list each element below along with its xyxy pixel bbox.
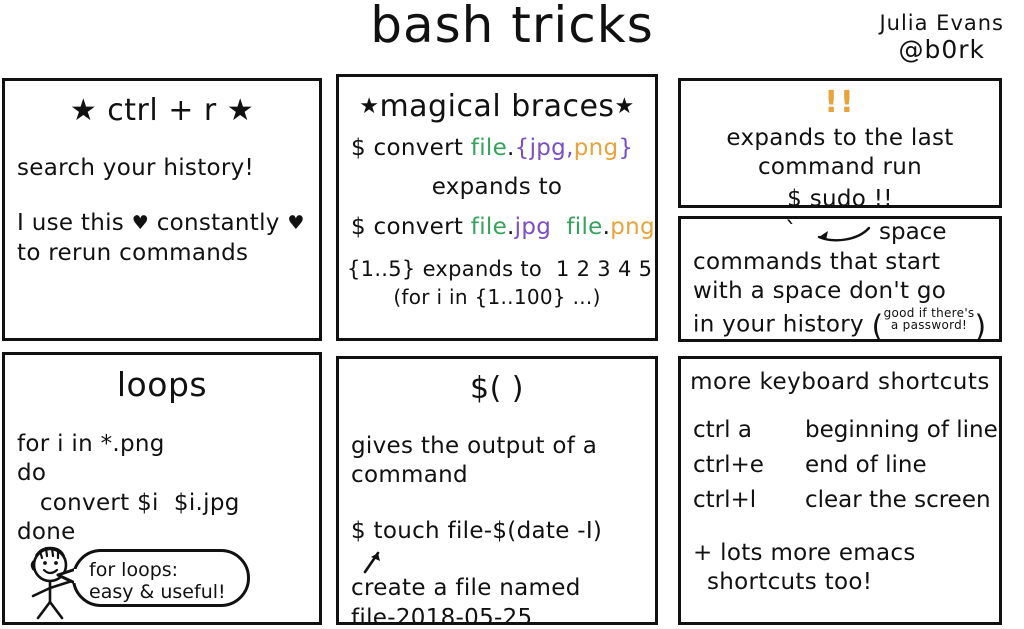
space-note-line-2: a password! xyxy=(890,318,968,333)
space-line-2: with a space don't go xyxy=(693,278,947,305)
keyboard-footer-line-2: shortcuts too! xyxy=(707,569,873,596)
shortcut-key: ctrl+l xyxy=(693,487,757,513)
author-handle: @b0rk xyxy=(898,34,985,64)
subshell-result-line-2: file-2018-05-25 xyxy=(351,604,533,625)
bang-bang-example: $ sudo !! xyxy=(787,185,893,208)
curved-arrow-icon xyxy=(817,226,871,242)
bang-bang-line-2: command run xyxy=(757,154,923,181)
bang-bang-heading: !! xyxy=(824,85,856,120)
heart-icon: ♥ xyxy=(131,212,150,235)
ctrl-r-line-2-a: I use this xyxy=(17,210,125,237)
subshell-line-1: gives the output of a xyxy=(351,433,598,459)
ctrl-r-line-2: I use this ♥ constantly ♥ xyxy=(17,209,319,238)
star-icon: ★ xyxy=(614,94,635,119)
loops-code-line-1: for i in *.png xyxy=(17,431,165,457)
ext-jpg: jpg xyxy=(529,135,567,161)
braces-heading: ★magical braces★ xyxy=(339,89,655,124)
author-name: Julia Evans xyxy=(879,11,1004,35)
braces-heading-text: magical braces xyxy=(379,89,615,124)
space-line-3-row: in your history (good if there's a passwo… xyxy=(693,307,999,342)
brace-open: { xyxy=(514,135,530,161)
braces-command-1: $ convert file.{jpg,png} xyxy=(351,134,655,163)
shortcut-key: ctrl+e xyxy=(693,452,764,478)
star-icon: ★ xyxy=(359,94,380,119)
keyboard-footer-line-1: + lots more emacs xyxy=(693,540,916,566)
braces-command-2: $ convert file.jpg file.png xyxy=(351,213,655,242)
panel-bang-bang: !! expands to the last command run $ sud… xyxy=(678,78,1002,208)
shortcut-row: ctrl+e end of line xyxy=(693,452,999,478)
ext-png: png xyxy=(610,213,655,240)
loops-code-line-2: do xyxy=(17,460,47,487)
subshell-command: $ touch file-$(date -I) xyxy=(351,517,603,544)
panel-command-substitution: $( ) gives the output of a command $ tou… xyxy=(336,356,658,625)
prompt: $ convert xyxy=(351,213,471,240)
shortcut-description: end of line xyxy=(805,452,927,478)
panel-ctrl-r: ★ ctrl + r ★ search your history! I use … xyxy=(2,78,322,341)
ext-jpg: jpg xyxy=(514,213,552,240)
author-credit: Julia Evans @b0rk xyxy=(879,11,1004,64)
braces-range-note: (for i in {1..100} ...) xyxy=(393,285,601,310)
up-arrow-icon xyxy=(363,552,380,574)
speech-bubble-tail-icon xyxy=(56,567,78,585)
shortcut-description: beginning of line xyxy=(805,417,998,443)
backtick-char: ` xyxy=(785,217,797,245)
prompt: $ convert xyxy=(351,135,471,161)
keyboard-heading: more keyboard shortcuts xyxy=(690,369,990,395)
bubble-line-1: for loops: xyxy=(89,559,179,581)
heart-icon: ♥ xyxy=(287,212,305,235)
ctrl-r-line-3: to rerun commands xyxy=(17,239,249,266)
filename: file xyxy=(470,213,508,240)
dot: . xyxy=(507,135,515,161)
space-label: space xyxy=(879,219,947,245)
braces-range-line: {1..5} expands to 1 2 3 4 5 xyxy=(347,257,653,282)
shortcut-description: clear the screen xyxy=(805,487,991,513)
speech-bubble: for loops: easy & useful! xyxy=(72,549,250,607)
panel-space-trick: ` space commands that start with a space… xyxy=(678,216,1002,342)
panel-keyboard-shortcuts: more keyboard shortcuts ctrl a beginning… xyxy=(678,356,1002,625)
shortcut-key: ctrl a xyxy=(693,417,752,443)
loops-heading: loops xyxy=(116,365,208,404)
subshell-heading: $( ) xyxy=(469,371,525,406)
brace-close: } xyxy=(618,135,634,161)
ctrl-r-heading: ★ ctrl + r ★ xyxy=(69,93,255,128)
subshell-line-2: command xyxy=(351,462,468,489)
subshell-result-line-1: create a file named xyxy=(351,575,581,602)
ext-png: png xyxy=(573,135,619,161)
bubble-line-2: easy & useful! xyxy=(89,581,226,604)
comma: , xyxy=(566,135,574,161)
shortcut-row: ctrl+l clear the screen xyxy=(693,487,999,513)
shortcut-row: ctrl a beginning of line xyxy=(693,417,999,443)
space-line-3: in your history xyxy=(693,311,864,338)
bash-tricks-infographic: bash tricks Julia Evans @b0rk ★ ctrl + r… xyxy=(0,0,1024,629)
braces-expands-to: expands to xyxy=(431,174,563,201)
paren-close: ) xyxy=(974,309,987,342)
ctrl-r-line-2-b: constantly xyxy=(156,210,280,237)
bang-bang-line-1: expands to the last xyxy=(726,125,954,151)
space-line-1: commands that start xyxy=(693,249,941,275)
filename: file xyxy=(566,213,603,240)
loops-code-line-3: convert $i $i.jpg xyxy=(17,489,240,516)
space-side-note: good if there's a password! xyxy=(884,307,975,332)
ctrl-r-line-1: search your history! xyxy=(17,155,255,181)
paren-open: ( xyxy=(871,309,884,342)
filename: file xyxy=(470,135,508,161)
panel-magical-braces: ★magical braces★ $ convert file.{jpg,png… xyxy=(336,74,658,341)
page-title: bash tricks xyxy=(370,0,654,54)
dot: . xyxy=(507,213,515,240)
